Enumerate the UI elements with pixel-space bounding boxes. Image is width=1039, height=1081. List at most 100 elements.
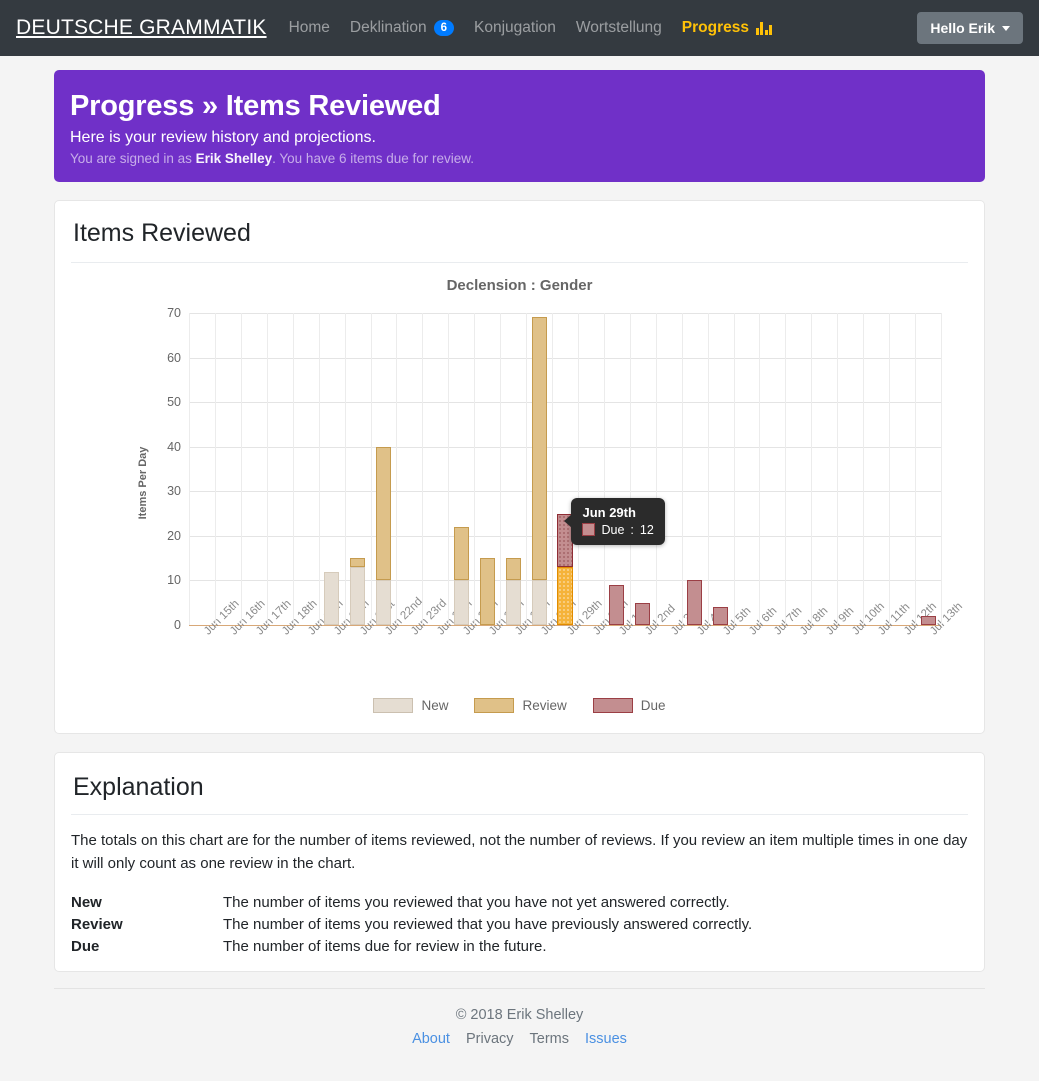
brand-logo[interactable]: DEUTSCHE GRAMMATIK — [16, 16, 267, 40]
chart-bar-segment-new[interactable] — [531, 580, 547, 625]
primary-nav: Home Deklination 6 Konjugation Wortstell… — [289, 19, 772, 37]
chart-bar[interactable] — [324, 313, 340, 625]
chart-y-tick: 30 — [167, 484, 181, 499]
footer-link-issues[interactable]: Issues — [585, 1031, 627, 1047]
chart-bar[interactable] — [453, 313, 469, 625]
chart-bar-segment-review[interactable] — [375, 446, 391, 581]
chart-bar[interactable] — [843, 313, 858, 625]
top-navbar: DEUTSCHE GRAMMATIK Home Deklination 6 Ko… — [0, 0, 1039, 56]
chart-bar[interactable] — [869, 313, 884, 625]
chart-legend-item-due[interactable]: Due — [592, 698, 666, 713]
chart-bar[interactable] — [713, 313, 729, 625]
explanation-card: Explanation The totals on this chart are… — [54, 752, 985, 972]
chart-bar[interactable] — [194, 313, 209, 625]
chart-vertical-gridline — [189, 313, 190, 625]
nav-item-home[interactable]: Home — [289, 19, 330, 37]
legend-label-review: Review — [522, 698, 567, 713]
explanation-paragraph: The totals on this chart are for the num… — [71, 832, 968, 873]
chart-vertical-gridline — [577, 313, 579, 625]
chart-vertical-gridline — [941, 313, 942, 625]
chart-bar[interactable] — [505, 313, 521, 625]
user-menu-button[interactable]: Hello Erik — [917, 12, 1023, 44]
chart-bar[interactable] — [272, 313, 287, 625]
chart-bar[interactable] — [220, 313, 235, 625]
items-reviewed-card: Items Reviewed Declension : Gender Items… — [54, 200, 985, 734]
chart-bar[interactable] — [920, 313, 936, 625]
tooltip-title: Jun 29th — [582, 504, 636, 520]
chart-plot-area: 0 10 20 30 40 50 60 70 Jun 15th Jun 16th Jun 17th J… — [167, 306, 965, 637]
legend-swatch-review — [474, 698, 515, 713]
chart-bar[interactable] — [765, 313, 780, 625]
chart-legend-item-new[interactable]: New — [373, 698, 448, 713]
chart-bar[interactable] — [350, 313, 366, 625]
chart-bar-segment-new[interactable] — [453, 580, 469, 625]
chart-vertical-gridline — [785, 313, 787, 625]
signed-in-username: Erik Shelley — [195, 151, 273, 166]
footer-link-about[interactable]: About — [412, 1031, 450, 1047]
chart-bar-segment-review[interactable] — [453, 526, 469, 581]
nav-item-konjugation[interactable]: Konjugation — [474, 19, 556, 37]
chart-bar-segment-due[interactable] — [635, 602, 651, 625]
chart-bar-segment-new[interactable] — [505, 580, 521, 625]
signed-in-status: You are signed in as Erik Shelley. You h… — [70, 151, 969, 166]
chart-bar[interactable] — [895, 313, 910, 625]
chart-bar-segment-review[interactable] — [505, 558, 521, 581]
chart-y-axis-label: Items Per Day — [137, 446, 149, 520]
chart-bar-segment-due[interactable] — [609, 584, 625, 625]
explanation-term: Review — [71, 915, 123, 933]
page-footer: © 2018 Erik Shelley About Privacy Terms Iss… — [54, 987, 985, 1057]
chart-vertical-gridline — [915, 313, 917, 625]
page-title: Progress » Items Reviewed — [70, 90, 441, 122]
chart-bar[interactable] — [479, 313, 495, 625]
chart-bar-segment-new[interactable] — [375, 580, 391, 625]
page-jumbotron: Progress » Items Reviewed Here is your r… — [54, 70, 985, 182]
chart-bar-segment-review[interactable] — [557, 567, 573, 625]
explanation-definition: The number of items you reviewed that yo… — [223, 915, 753, 933]
chart-bar[interactable] — [661, 313, 676, 625]
nav-item-progress-label: Progress — [681, 19, 749, 36]
chart-y-tick: 60 — [167, 350, 181, 365]
chart-bar[interactable] — [402, 313, 417, 625]
chart-vertical-gridline — [733, 313, 735, 625]
chart-bar[interactable] — [739, 313, 754, 625]
chart-bar[interactable] — [375, 313, 391, 625]
chart-bar-segment-review[interactable] — [531, 317, 547, 581]
explanation-divider — [71, 814, 968, 815]
page-container: Progress » Items Reviewed Here is your r… — [54, 70, 985, 1057]
chart-bar[interactable] — [635, 313, 651, 625]
chart-bar[interactable] — [246, 313, 261, 625]
footer-link-privacy[interactable]: Privacy — [466, 1031, 514, 1047]
nav-item-deklination[interactable]: Deklination 6 — [350, 19, 455, 37]
chart-bar[interactable] — [298, 313, 313, 625]
chart-bar[interactable] — [557, 313, 573, 625]
chart-bar[interactable] — [687, 313, 703, 625]
chart-bar[interactable] — [791, 313, 806, 625]
chart-bar[interactable] — [817, 313, 832, 625]
chart-bar-segment-new[interactable] — [350, 567, 366, 625]
tooltip-row: Due:12 — [582, 523, 654, 537]
chart-bar-segment-review[interactable] — [350, 558, 366, 568]
chart-bar-segment-due[interactable] — [687, 580, 703, 625]
items-reviewed-chart[interactable]: Declension : Gender Items Per Day 0 10 20 3… — [71, 277, 968, 717]
nav-item-wortstellung[interactable]: Wortstellung — [576, 19, 662, 37]
chart-vertical-gridline — [344, 313, 346, 625]
chart-bar[interactable] — [531, 313, 547, 625]
user-menu-label: Hello Erik — [930, 20, 995, 36]
chart-y-tick: 20 — [167, 528, 181, 543]
chart-legend: New Review Due — [71, 698, 968, 713]
items-reviewed-heading: Items Reviewed — [73, 219, 251, 247]
footer-link-terms[interactable]: Terms — [530, 1031, 569, 1047]
chart-bar[interactable] — [609, 313, 625, 625]
signed-in-prefix: You are signed in as — [70, 151, 196, 166]
chart-bar[interactable] — [428, 313, 443, 625]
footer-copyright: © 2018 Erik Shelley — [455, 1006, 584, 1023]
chart-legend-item-review[interactable]: Review — [474, 698, 567, 713]
footer-links: About Privacy Terms Issues — [54, 1031, 985, 1047]
chart-vertical-gridline — [681, 313, 683, 625]
nav-item-progress[interactable]: Progress — [682, 19, 772, 37]
chart-bar[interactable] — [583, 313, 598, 625]
chart-vertical-gridline — [370, 313, 372, 625]
chart-bar-segment-review[interactable] — [479, 558, 495, 625]
chart-bar-segment-new[interactable] — [324, 571, 340, 625]
chart-vertical-gridline — [266, 313, 268, 625]
